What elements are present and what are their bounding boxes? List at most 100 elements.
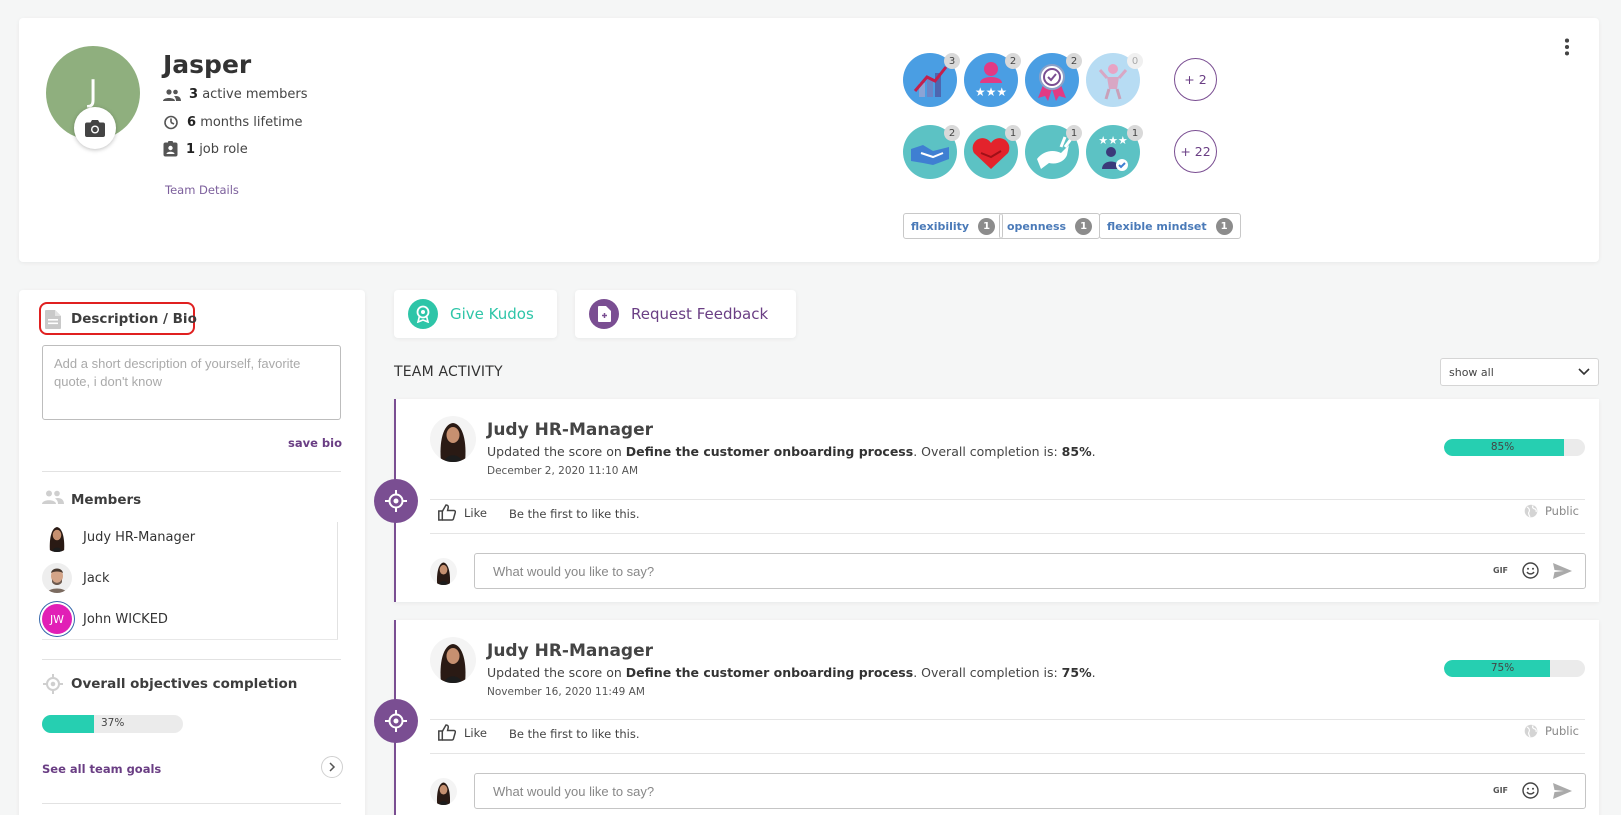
activity-filter-select[interactable]: show all	[1440, 358, 1599, 386]
tag-flexibility[interactable]: flexibility 1	[903, 213, 1004, 239]
avatar: JW	[42, 604, 72, 634]
member-judy[interactable]: Judy HR-Manager	[42, 522, 195, 552]
camera-icon	[85, 119, 105, 137]
badge-count: 3	[944, 53, 960, 69]
comment-input[interactable]	[474, 773, 1586, 809]
see-all-goals-link[interactable]: See all team goals	[42, 762, 161, 776]
save-bio-button[interactable]: save bio	[288, 436, 342, 450]
active-members-stat: 3 active members	[163, 87, 308, 102]
globe-icon	[1524, 504, 1538, 518]
like-button[interactable]: Like	[438, 724, 487, 741]
svg-text:★★★: ★★★	[1098, 134, 1128, 147]
send-icon[interactable]	[1553, 562, 1573, 579]
activity-card: Judy HR-Manager Updated the score on Def…	[374, 399, 1599, 602]
id-badge-icon	[163, 141, 178, 157]
progress-fill	[42, 715, 95, 733]
members-title: Members	[71, 492, 142, 508]
divider	[430, 499, 1585, 500]
activity-text: Updated the score on Define the customer…	[487, 444, 1096, 459]
more-badges-button[interactable]: + 22	[1174, 130, 1217, 173]
tag-flexible-mindset[interactable]: flexible mindset 1	[1099, 213, 1241, 239]
team-header-card: J Jasper 3 active members 6 months lifet…	[19, 18, 1599, 262]
badge-count: 1	[1127, 125, 1143, 141]
badge-count: 1	[1005, 125, 1021, 141]
change-photo-button[interactable]	[74, 107, 116, 149]
left-panel: Description / Bio save bio Members Judy …	[19, 290, 365, 815]
author-avatar[interactable]	[430, 637, 476, 683]
chevron-right-icon	[329, 762, 336, 772]
tag-openness[interactable]: openness 1	[999, 213, 1101, 239]
team-initial: J	[88, 73, 98, 109]
more-badges-button[interactable]: + 2	[1174, 58, 1217, 101]
gif-button[interactable]: GIF	[1493, 566, 1508, 575]
comment-tools: GIF	[1493, 782, 1573, 799]
team-activity-title: TEAM ACTIVITY	[394, 364, 503, 380]
activity-text: Updated the score on Define the customer…	[487, 665, 1096, 680]
visibility-indicator: Public	[1524, 724, 1579, 738]
visibility-indicator: Public	[1524, 504, 1579, 518]
badge-count: 2	[944, 125, 960, 141]
divider	[42, 803, 341, 804]
request-feedback-button[interactable]: Request Feedback	[575, 290, 796, 338]
divider	[42, 471, 341, 472]
comment-tools: GIF	[1493, 562, 1573, 579]
badge-count: 2	[1005, 53, 1021, 69]
current-user-avatar	[430, 778, 457, 805]
objectives-progress-bar: 37%	[42, 715, 183, 733]
members-list-scrollbar[interactable]	[337, 522, 338, 640]
progress-label: 75%	[1490, 662, 1515, 674]
comment-input[interactable]	[474, 553, 1586, 589]
activity-date: December 2, 2020 11:10 AM	[487, 465, 639, 477]
feedback-document-icon	[589, 299, 619, 329]
document-icon	[45, 310, 61, 329]
activity-card: Judy HR-Manager Updated the score on Def…	[374, 620, 1599, 815]
divider	[430, 753, 1585, 754]
current-user-avatar	[430, 558, 457, 585]
emoji-icon[interactable]	[1522, 562, 1539, 579]
like-hint: Be the first to like this.	[509, 727, 640, 741]
see-all-goals-button[interactable]	[321, 756, 343, 778]
description-title: Description / Bio	[71, 311, 197, 327]
badge-count: 0	[1127, 53, 1143, 69]
more-options-icon[interactable]	[1563, 38, 1571, 56]
author-name[interactable]: Judy HR-Manager	[487, 420, 653, 440]
lifetime-stat: 6 months lifetime	[163, 114, 302, 130]
like-button[interactable]: Like	[438, 504, 487, 521]
author-avatar[interactable]	[430, 416, 476, 462]
author-name[interactable]: Judy HR-Manager	[487, 641, 653, 661]
send-icon[interactable]	[1553, 782, 1573, 799]
target-icon	[43, 674, 63, 694]
kudos-badge-icon	[408, 299, 438, 329]
svg-text:★★★: ★★★	[975, 85, 1007, 99]
job-role-stat: 1 job role	[163, 141, 248, 157]
member-jack[interactable]: Jack	[42, 563, 109, 593]
give-kudos-button[interactable]: Give Kudos	[394, 290, 557, 338]
divider	[430, 533, 1585, 534]
team-details-link[interactable]: Team Details	[165, 183, 239, 197]
progress-label: 85%	[1490, 441, 1515, 453]
like-hint: Be the first to like this.	[509, 507, 640, 521]
completion-progress-bar: 75%	[1444, 660, 1585, 677]
globe-icon	[1524, 724, 1538, 738]
timer-icon	[164, 115, 178, 130]
bio-input[interactable]	[42, 345, 341, 420]
divider	[42, 659, 341, 660]
gif-button[interactable]: GIF	[1493, 786, 1508, 795]
thumbs-up-icon	[438, 724, 456, 741]
emoji-icon[interactable]	[1522, 782, 1539, 799]
objective-target-icon	[374, 699, 418, 743]
thumbs-up-icon	[438, 504, 456, 521]
objectives-title: Overall objectives completion	[71, 676, 298, 692]
people-icon	[163, 88, 181, 101]
objective-target-icon	[374, 479, 418, 523]
chevron-down-icon	[1578, 368, 1590, 376]
avatar	[42, 563, 72, 593]
people-icon	[42, 490, 64, 504]
progress-label: 37%	[101, 717, 125, 729]
member-john-wicked[interactable]: JW John WICKED	[42, 604, 168, 634]
team-name: Jasper	[163, 50, 252, 79]
divider	[430, 719, 1585, 720]
completion-progress-bar: 85%	[1444, 439, 1585, 456]
activity-date: November 16, 2020 11:49 AM	[487, 686, 645, 698]
avatar	[42, 522, 72, 552]
